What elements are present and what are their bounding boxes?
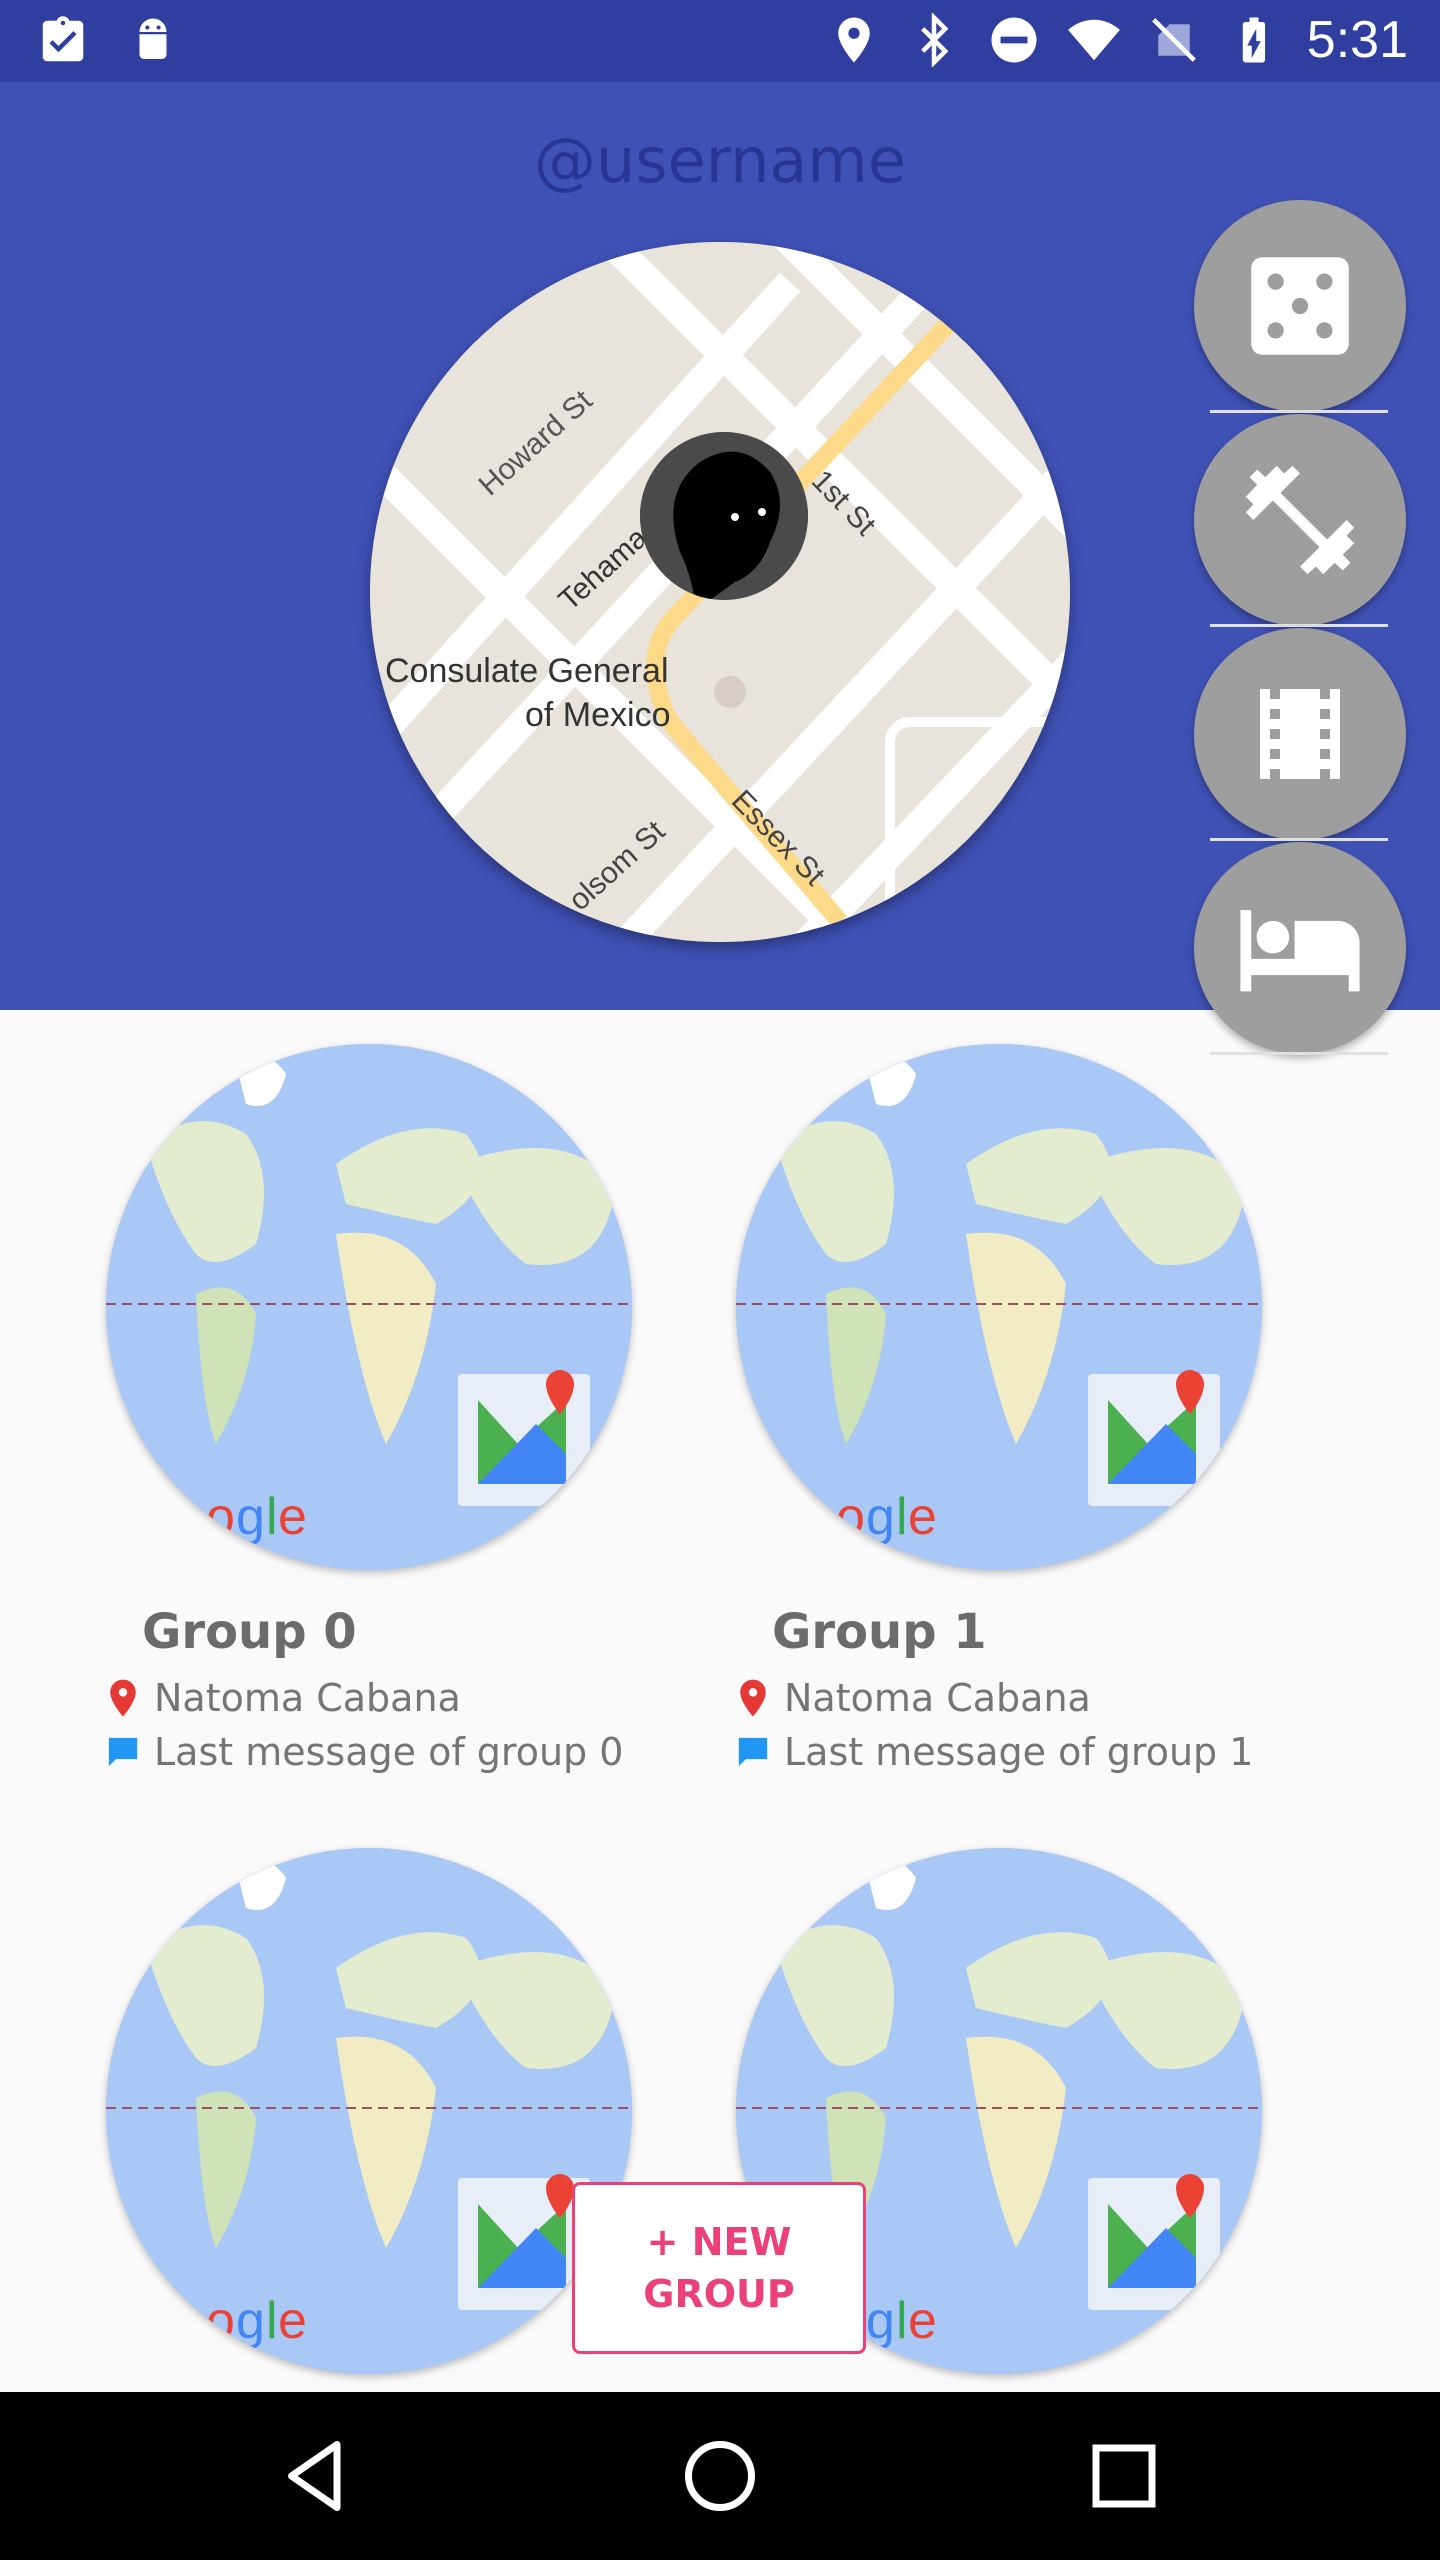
- svg-text:g: g: [866, 1488, 895, 1546]
- username: @username: [534, 124, 906, 197]
- svg-text:g: g: [236, 1488, 265, 1546]
- location-pin-icon: [838, 17, 870, 63]
- film-icon: [1260, 689, 1340, 779]
- location-pin-icon: [110, 1679, 136, 1717]
- group-location-text: Natoma Cabana: [154, 1676, 461, 1720]
- map-label-consulate-1: Consulate General: [385, 652, 669, 690]
- message-icon: [108, 1737, 138, 1767]
- svg-text:l: l: [266, 1488, 278, 1546]
- group-last-message-text: Last message of group 1: [784, 1730, 1254, 1774]
- avatar-silhouette-icon: [640, 432, 808, 600]
- no-sim-icon: [1151, 18, 1196, 62]
- svg-text:g: g: [866, 2292, 895, 2350]
- profile-header: @username Howard St Tehama 1st St Consul…: [0, 82, 1440, 1055]
- group-title: Group 0: [142, 1604, 357, 1660]
- back-icon[interactable]: [274, 2434, 358, 2518]
- svg-text:o: o: [836, 1488, 865, 1546]
- divider: [1210, 410, 1388, 413]
- group-last-message: Last message of group 1: [736, 1730, 1253, 1774]
- group-last-message: Last message of group 0: [106, 1730, 623, 1774]
- svg-text:e: e: [278, 1488, 307, 1546]
- dice-icon: [1251, 257, 1349, 355]
- android-icon: [139, 18, 167, 59]
- world-map-graphic: o o g l e: [106, 1044, 632, 1570]
- group-map[interactable]: o o g l e: [106, 1044, 632, 1570]
- sleep-button[interactable]: [1194, 842, 1406, 1054]
- map-label-consulate-2: of Mexico: [525, 696, 671, 734]
- svg-text:o: o: [206, 2292, 235, 2350]
- dumbbell-icon: [1245, 465, 1355, 575]
- group-location: Natoma Cabana: [736, 1676, 1091, 1720]
- svg-text:g: g: [236, 2292, 265, 2350]
- status-bar: 5:31: [0, 0, 1440, 82]
- fitness-button[interactable]: [1194, 414, 1406, 626]
- wifi-icon: [1067, 19, 1120, 61]
- message-icon: [738, 1737, 768, 1767]
- world-map-graphic: o o g l e: [106, 1848, 632, 2374]
- svg-text:e: e: [278, 2292, 307, 2350]
- movies-button[interactable]: [1194, 628, 1406, 840]
- svg-text:o: o: [176, 2292, 205, 2350]
- navigation-bar: [0, 2392, 1440, 2560]
- svg-text:e: e: [908, 1488, 937, 1546]
- svg-text:o: o: [806, 1488, 835, 1546]
- svg-text:o: o: [206, 1488, 235, 1546]
- bluetooth-icon: [920, 13, 949, 67]
- divider: [1210, 1052, 1388, 1055]
- svg-text:o: o: [176, 1488, 205, 1546]
- svg-text:l: l: [266, 2292, 278, 2350]
- group-location: Natoma Cabana: [106, 1676, 461, 1720]
- group-title: Group 1: [772, 1604, 987, 1660]
- svg-text:e: e: [908, 2292, 937, 2350]
- divider: [1210, 624, 1388, 627]
- group-last-message-text: Last message of group 0: [154, 1730, 624, 1774]
- svg-text:l: l: [896, 2292, 908, 2350]
- clock: 5:31: [1306, 11, 1408, 69]
- recents-icon[interactable]: [1082, 2434, 1166, 2518]
- battery-charging-icon: [1242, 17, 1265, 63]
- random-activity-button[interactable]: [1194, 200, 1406, 412]
- world-map-graphic: o o g l e: [736, 1044, 1262, 1570]
- divider: [1210, 838, 1388, 841]
- new-group-button[interactable]: + NEW GROUP: [572, 2182, 866, 2354]
- bed-icon: [1240, 910, 1360, 992]
- home-icon[interactable]: [678, 2434, 762, 2518]
- do-not-disturb-icon: [991, 17, 1037, 63]
- clipboard-check-icon: [42, 16, 84, 62]
- group-map[interactable]: o o g l e: [736, 1044, 1262, 1570]
- new-group-label-line1: + NEW: [646, 2220, 792, 2264]
- location-pin-icon: [740, 1679, 766, 1717]
- new-group-label-line2: GROUP: [643, 2272, 795, 2316]
- avatar[interactable]: [640, 432, 808, 600]
- group-location-text: Natoma Cabana: [784, 1676, 1091, 1720]
- group-map[interactable]: o o g l e: [106, 1848, 632, 2374]
- svg-text:l: l: [896, 1488, 908, 1546]
